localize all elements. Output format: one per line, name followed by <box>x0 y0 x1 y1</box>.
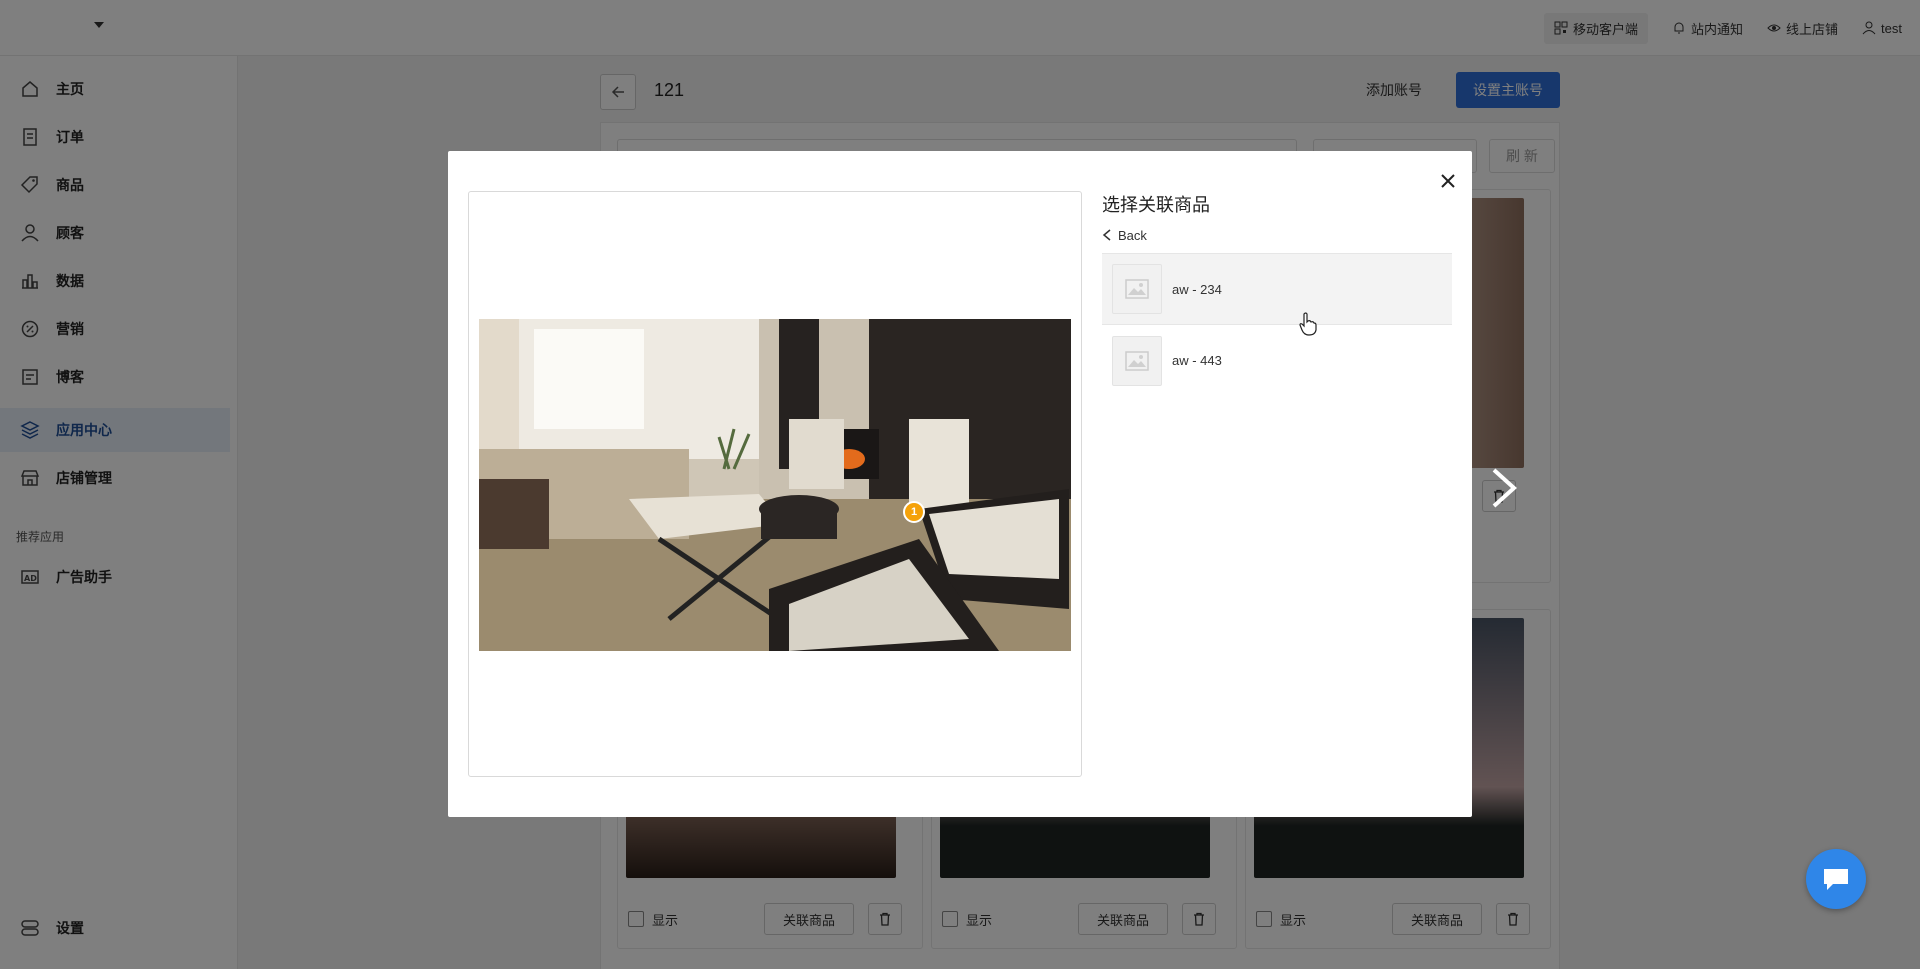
product-name: aw - 234 <box>1172 281 1222 297</box>
next-arrow-icon[interactable] <box>1486 466 1522 510</box>
image-placeholder-icon <box>1125 350 1149 371</box>
image-placeholder-icon <box>1125 279 1149 299</box>
product-name: aw - 443 <box>1172 353 1222 368</box>
chat-button[interactable] <box>1806 849 1866 909</box>
link-product-modal: 1 选择关联商品 Back aw - 234 aw - 443 <box>448 151 1472 817</box>
product-thumbnail <box>1112 264 1162 314</box>
image-preview: 1 <box>468 191 1082 777</box>
product-thumbnail <box>1112 335 1162 386</box>
living-room-image <box>479 319 1071 651</box>
product-list-item[interactable]: aw - 443 <box>1102 325 1452 396</box>
pointer-cursor-icon <box>1299 312 1317 336</box>
close-icon <box>1441 174 1455 188</box>
back-link[interactable]: Back <box>1102 225 1452 245</box>
panel-title: 选择关联商品 <box>1102 195 1210 215</box>
product-hotspot-marker[interactable]: 1 <box>903 501 925 523</box>
chat-bubble-icon <box>1824 869 1848 890</box>
product-list-item[interactable]: aw - 234 <box>1102 254 1452 325</box>
chevron-left-icon <box>1102 229 1111 241</box>
product-list: aw - 234 aw - 443 <box>1102 253 1452 396</box>
close-button[interactable] <box>1436 169 1460 193</box>
room-photo: 1 <box>479 319 1071 651</box>
product-selection-panel: 选择关联商品 Back aw - 234 aw - 443 <box>1102 191 1452 396</box>
back-label: Back <box>1118 227 1147 243</box>
